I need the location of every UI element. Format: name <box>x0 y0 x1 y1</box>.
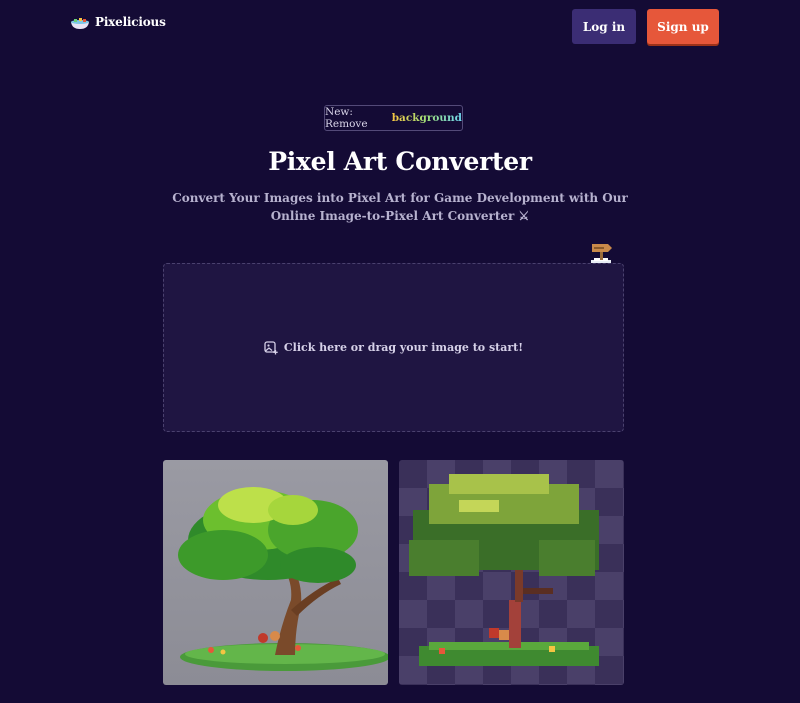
pixel-art-example <box>399 460 624 685</box>
image-add-icon <box>264 340 278 354</box>
bowl-logo-icon <box>71 18 89 29</box>
tree-illustration <box>178 487 388 671</box>
page-title: Pixel Art Converter <box>268 147 532 176</box>
image-dropzone[interactable]: Click here or drag your image to start! <box>163 263 624 432</box>
signpost-icon <box>591 244 612 264</box>
login-button[interactable]: Log in <box>572 9 636 44</box>
header: Pixelicious Log in Sign up <box>0 0 800 50</box>
page-subtitle: Convert Your Images into Pixel Art for G… <box>172 191 628 223</box>
dropzone-label: Click here or drag your image to start! <box>283 341 524 354</box>
signup-button[interactable]: Sign up <box>647 9 719 44</box>
logo[interactable]: Pixelicious <box>70 14 166 30</box>
badge-highlight: background <box>391 112 462 124</box>
logo-text: Pixelicious <box>95 15 166 29</box>
original-image-example <box>163 460 388 685</box>
badge-prefix: New: Remove <box>325 106 368 130</box>
new-feature-badge[interactable]: New: Remove background <box>324 105 463 131</box>
pixel-tree-illustration <box>409 474 599 666</box>
